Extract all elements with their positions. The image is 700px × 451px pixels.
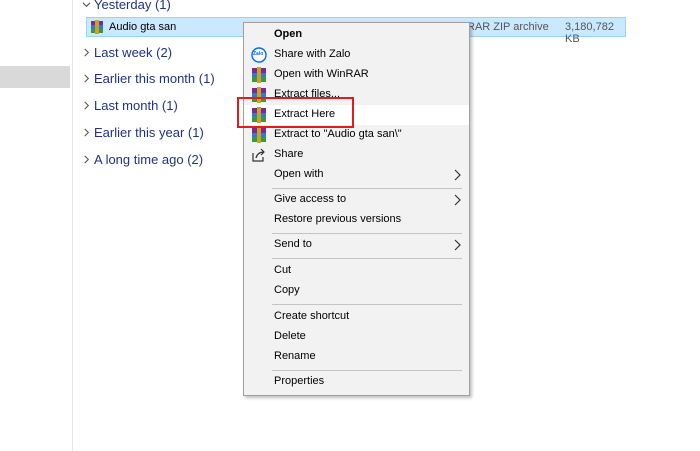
- group-header-last-month[interactable]: Last month (1): [80, 95, 178, 115]
- menu-item-create-shortcut[interactable]: Create shortcut: [244, 307, 469, 327]
- zalo-icon: Zalo: [251, 47, 267, 63]
- winrar-icon: [251, 107, 267, 123]
- menu-item-copy[interactable]: Copy: [244, 281, 469, 301]
- chevron-right-icon[interactable]: [80, 46, 92, 58]
- menu-item-open-with[interactable]: Open with: [244, 165, 469, 185]
- chevron-right-icon[interactable]: [80, 99, 92, 111]
- menu-item-open-with-winrar[interactable]: Open with WinRAR: [244, 65, 469, 85]
- chevron-down-icon[interactable]: [80, 0, 92, 10]
- menu-separator: [272, 188, 462, 189]
- menu-separator: [272, 233, 462, 234]
- menu-item-label: Open with: [274, 168, 324, 180]
- menu-item-label: Share with Zalo: [274, 48, 351, 60]
- menu-item-label: Extract to "Audio gta san\": [274, 128, 402, 140]
- group-label: Earlier this month (1): [94, 70, 215, 86]
- chevron-right-icon: [453, 169, 461, 181]
- menu-item-label: Open: [274, 28, 303, 40]
- group-label: A long time ago (2): [94, 151, 204, 167]
- menu-separator: [272, 370, 462, 371]
- menu-item-extract-files[interactable]: Extract files...: [244, 85, 469, 105]
- menu-item-label: Open with WinRAR: [274, 68, 369, 80]
- group-header-yesterday[interactable]: Yesterday (1): [80, 0, 171, 14]
- winrar-archive-icon: [90, 20, 104, 34]
- menu-item-send-to[interactable]: Send to: [244, 235, 469, 255]
- menu-item-label: Create shortcut: [274, 310, 350, 322]
- group-header-long-time-ago[interactable]: A long time ago (2): [80, 149, 203, 169]
- menu-item-delete[interactable]: Delete: [244, 327, 469, 347]
- menu-item-rename[interactable]: Rename: [244, 347, 469, 367]
- menu-item-label: Cut: [274, 264, 292, 276]
- winrar-icon: [251, 87, 267, 103]
- chevron-right-icon: [453, 239, 461, 251]
- group-header-earlier-this-year[interactable]: Earlier this year (1): [80, 122, 204, 142]
- group-label: Earlier this year (1): [94, 124, 204, 140]
- menu-item-label: Properties: [274, 375, 325, 387]
- group-header-last-week[interactable]: Last week (2): [80, 42, 172, 62]
- menu-item-restore-previous-versions[interactable]: Restore previous versions: [244, 210, 469, 230]
- file-name: Audio gta san: [109, 21, 177, 33]
- menu-item-share[interactable]: Share: [244, 145, 469, 165]
- menu-item-extract-to[interactable]: Extract to "Audio gta san\": [244, 125, 469, 145]
- menu-item-label: Extract files...: [274, 88, 341, 100]
- menu-item-give-access[interactable]: Give access to: [244, 190, 469, 210]
- menu-item-label: Extract Here: [274, 108, 336, 120]
- group-label: Last week (2): [94, 44, 173, 60]
- menu-item-share-with-zalo[interactable]: Zalo Share with Zalo: [244, 45, 469, 65]
- menu-item-cut[interactable]: Cut: [244, 261, 469, 281]
- menu-item-label: Share: [274, 148, 304, 160]
- winrar-icon: [251, 127, 267, 143]
- chevron-right-icon[interactable]: [80, 126, 92, 138]
- menu-item-open[interactable]: Open: [244, 25, 469, 45]
- menu-item-label: Delete: [274, 330, 306, 342]
- share-icon: [251, 147, 267, 163]
- navigation-selected-item[interactable]: [0, 66, 70, 88]
- chevron-right-icon[interactable]: [80, 153, 92, 165]
- menu-separator: [272, 258, 462, 259]
- menu-item-properties[interactable]: Properties: [244, 372, 469, 392]
- menu-item-label: Restore previous versions: [274, 213, 402, 225]
- group-label: Last month (1): [94, 97, 178, 113]
- file-size: 3,180,782 KB: [565, 21, 614, 45]
- menu-item-label: Rename: [274, 350, 316, 362]
- zalo-icon-text: Zalo: [253, 51, 264, 57]
- menu-item-extract-here[interactable]: Extract Here: [244, 105, 469, 125]
- group-label: Yesterday (1): [94, 0, 171, 12]
- menu-item-label: Give access to: [274, 193, 347, 205]
- chevron-right-icon[interactable]: [80, 72, 92, 84]
- menu-item-label: Send to: [274, 238, 312, 250]
- context-menu: Open Zalo Share with Zalo Open with WinR…: [243, 22, 470, 396]
- group-header-earlier-this-month[interactable]: Earlier this month (1): [80, 68, 215, 88]
- menu-separator: [272, 304, 462, 305]
- winrar-icon: [251, 67, 267, 83]
- menu-item-label: Copy: [274, 284, 300, 296]
- file-type: RAR ZIP archive: [467, 21, 549, 33]
- chevron-right-icon: [453, 194, 461, 206]
